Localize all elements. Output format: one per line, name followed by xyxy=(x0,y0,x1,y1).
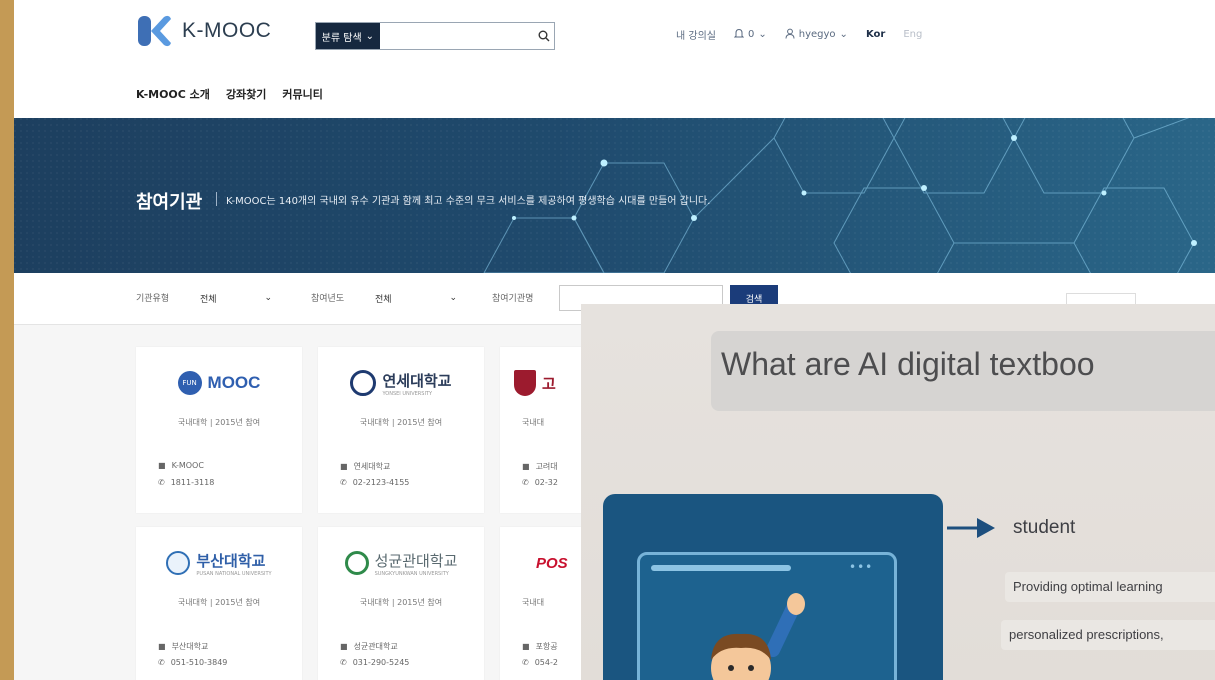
institution-card[interactable]: 부산대학교 PUSAN NATIONAL UNIVERSITY 국내대학 | 2… xyxy=(136,527,302,680)
card-meta: 국내대학 | 2015년 참여 xyxy=(177,598,261,607)
slide-student-label: student xyxy=(1013,517,1076,538)
card-phone: 051-510-3849 xyxy=(170,658,228,667)
banner-description: K-MOOC는 140개의 국내외 유수 기관과 함께 최고 수준의 무크 서비… xyxy=(226,196,711,207)
building-icon: ■ xyxy=(340,462,348,471)
institution-card[interactable]: 연세대학교 YONSEI UNIVERSITY 국내대학 | 2015년 참여 … xyxy=(318,347,484,513)
slide-line-2: personalized prescriptions, xyxy=(1009,627,1164,642)
yonsei-emblem-icon xyxy=(350,370,377,396)
logo-subtext: PUSAN NATIONAL UNIVERSITY xyxy=(196,570,272,577)
phone-icon: ✆ xyxy=(158,478,165,487)
phone-icon: ✆ xyxy=(340,478,347,487)
card-phone: 054-2 xyxy=(534,658,558,667)
card-phone: 02-2123-4155 xyxy=(352,478,410,487)
user-icon xyxy=(785,28,795,42)
institution-logo: 성균관대학교 SUNGKYUNKWAN UNIVERSITY xyxy=(318,543,484,583)
building-icon: ■ xyxy=(158,461,166,470)
card-name: 부산대학교 xyxy=(171,642,209,651)
search-icon[interactable] xyxy=(534,23,554,49)
more-dots-icon: ••• xyxy=(849,560,874,574)
nav-item-community[interactable]: 커뮤니티 xyxy=(282,86,322,102)
year-filter-select[interactable]: 전체 ⌄ xyxy=(371,286,461,310)
hero-banner: 참여기관 K-MOOC는 140개의 국내외 유수 기관과 함께 최고 수준의 … xyxy=(14,118,1215,273)
phone-icon: ✆ xyxy=(522,478,529,487)
slide-title: What are AI digital textboo xyxy=(721,346,1095,382)
year-filter-label: 참여년도 xyxy=(311,294,345,304)
arrow-right-icon xyxy=(947,518,995,538)
skku-emblem-icon xyxy=(344,551,369,575)
pusan-emblem-icon xyxy=(166,551,191,575)
name-filter-label: 참여기관명 xyxy=(492,294,534,304)
card-phone: 02-32 xyxy=(534,478,558,487)
chevron-down-icon: ⌄ xyxy=(449,293,457,303)
year-filter-value: 전체 xyxy=(375,294,392,305)
notifications-button[interactable]: 0 ⌄ xyxy=(733,28,767,42)
korea-univ-crest-icon xyxy=(514,370,536,396)
nav-item-about[interactable]: K-MOOC 소개 xyxy=(136,86,210,102)
my-lecture-link[interactable]: 내 강의실 xyxy=(676,27,716,42)
logo-text: 부산대학교 xyxy=(196,551,266,570)
phone-icon: ✆ xyxy=(158,658,165,667)
building-icon: ■ xyxy=(522,642,530,651)
search-category-label: 분류 탐색 xyxy=(321,32,362,44)
utility-menu: 내 강의실 0 ⌄ hyegyo ⌄ Kor Eng xyxy=(676,27,922,42)
fun-mooc-icon: FUN xyxy=(177,371,202,395)
institution-logo: 부산대학교 PUSAN NATIONAL UNIVERSITY xyxy=(136,543,302,583)
phone-icon: ✆ xyxy=(522,658,529,667)
bell-icon xyxy=(733,28,745,42)
card-meta: 국내대학 | 2015년 참여 xyxy=(359,418,443,427)
card-name: 포항공 xyxy=(535,642,558,651)
logo-text: 연세대학교 xyxy=(382,371,452,390)
slide-screen-bar xyxy=(651,565,791,571)
banner-title: 참여기관 xyxy=(136,192,203,213)
logo-subtext: SUNGKYUNKWAN UNIVERSITY xyxy=(374,570,449,577)
type-filter-value: 전체 xyxy=(200,294,217,305)
search-category-select[interactable]: 분류 탐색 ⌄ xyxy=(316,23,380,49)
site-header: K-MOOC 분류 탐색 ⌄ 내 강의실 0 ⌄ hyegyo ⌄ Kor En… xyxy=(14,0,1215,72)
logo-text: K-MOOC xyxy=(182,19,272,42)
logo-text: MOOC xyxy=(207,373,261,392)
logo-text: POS xyxy=(536,554,568,572)
card-meta: 국내대학 | 2015년 참여 xyxy=(359,598,443,607)
chevron-down-icon: ⌄ xyxy=(264,293,272,303)
search-box: 분류 탐색 ⌄ xyxy=(315,22,555,50)
building-icon: ■ xyxy=(340,642,348,651)
student-character-icon xyxy=(711,593,805,680)
card-meta: 국내대학 | 2015년 참여 xyxy=(177,418,261,427)
username: hyegyo xyxy=(798,29,836,40)
type-filter-select[interactable]: 전체 ⌄ xyxy=(196,286,276,310)
slide-photo-overlay: What are AI digital textboo ••• student … xyxy=(581,304,1215,680)
slide-line-1: Providing optimal learning xyxy=(1013,579,1163,594)
nav-item-courses[interactable]: 강좌찾기 xyxy=(226,86,266,102)
type-filter-label: 기관유형 xyxy=(136,294,170,304)
logo-text: 성균관대학교 xyxy=(374,551,458,570)
card-phone: 031-290-5245 xyxy=(352,658,410,667)
banner-divider xyxy=(216,192,217,206)
card-name: 고려대 xyxy=(535,462,558,471)
search-input[interactable] xyxy=(379,23,534,49)
institution-card[interactable]: 성균관대학교 SUNGKYUNKWAN UNIVERSITY 국내대학 | 20… xyxy=(318,527,484,680)
logo-text: 고 xyxy=(542,374,556,393)
card-name: K-MOOC xyxy=(171,461,204,470)
chevron-down-icon: ⌄ xyxy=(839,29,848,40)
chevron-down-icon: ⌄ xyxy=(365,30,375,42)
k-logo-icon xyxy=(136,14,174,48)
lang-eng-button[interactable]: Eng xyxy=(903,29,922,40)
building-icon: ■ xyxy=(158,642,166,651)
logo-subtext: YONSEI UNIVERSITY xyxy=(382,390,433,397)
institution-logo: FUN MOOC xyxy=(136,363,302,403)
institution-logo: 연세대학교 YONSEI UNIVERSITY xyxy=(318,363,484,403)
logo[interactable]: K-MOOC xyxy=(136,14,271,48)
card-phone: 1811-3118 xyxy=(170,478,215,487)
phone-icon: ✆ xyxy=(340,658,347,667)
building-icon: ■ xyxy=(522,462,530,471)
chevron-down-icon: ⌄ xyxy=(758,29,767,40)
kmooc-page: K-MOOC 분류 탐색 ⌄ 내 강의실 0 ⌄ hyegyo ⌄ Kor En… xyxy=(14,0,1215,680)
lang-kor-button[interactable]: Kor xyxy=(866,29,885,40)
notification-count: 0 xyxy=(747,29,755,40)
main-nav: K-MOOC 소개 강좌찾기 커뮤니티 xyxy=(136,86,323,102)
institution-card[interactable]: FUN MOOC 국내대학 | 2015년 참여 ■ K-MOOC ✆ 1811-3… xyxy=(136,347,302,513)
card-name: 연세대학교 xyxy=(353,462,391,471)
card-name: 성균관대학교 xyxy=(353,642,398,651)
user-menu[interactable]: hyegyo ⌄ xyxy=(785,28,848,42)
